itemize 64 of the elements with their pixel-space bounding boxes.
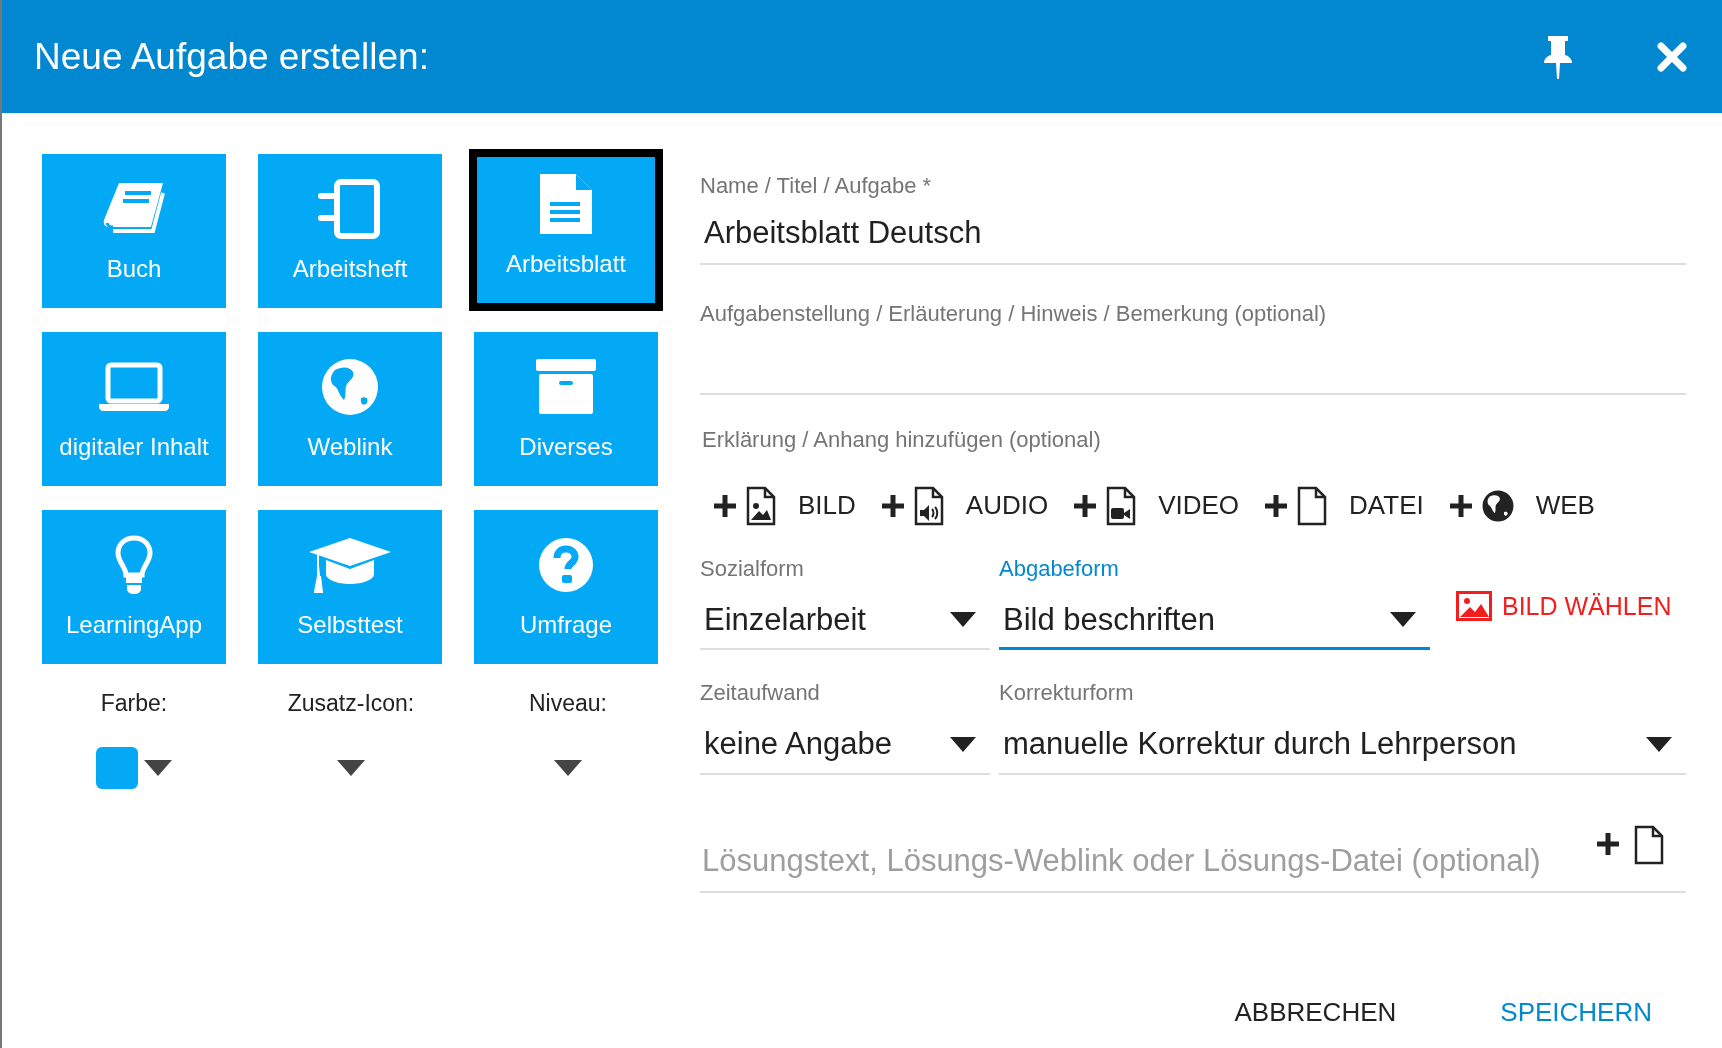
task-type-tile[interactable]: Buch bbox=[42, 154, 226, 308]
select-label: Zeitaufwand bbox=[700, 679, 821, 707]
notebook-icon bbox=[317, 178, 383, 240]
task-type-tile[interactable]: LearningApp bbox=[42, 510, 226, 664]
add-file-icon[interactable] bbox=[1596, 824, 1666, 865]
dropdown-caret-icon bbox=[1646, 736, 1672, 752]
solution-input[interactable]: Lösungstext, Lösungs-Weblink oder Lösungs-Datei (optional) bbox=[700, 824, 1686, 893]
audio-file-icon bbox=[913, 485, 944, 526]
task-type-tile[interactable]: Weblink bbox=[258, 332, 442, 486]
task-type-tile[interactable]: digitaler Inhalt bbox=[42, 332, 226, 486]
plus-icon bbox=[1074, 494, 1097, 517]
dropdown-select[interactable]: keine Angabe bbox=[700, 721, 990, 775]
cancel-button[interactable]: ABBRECHEN bbox=[1234, 992, 1397, 1032]
add-attachment-button[interactable]: AUDIO bbox=[881, 485, 1049, 526]
dropdown-select[interactable]: Bild beschriften bbox=[999, 596, 1430, 650]
dropdown-caret-icon bbox=[950, 736, 976, 752]
file-icon bbox=[1297, 485, 1328, 526]
field-label: Name / Titel / Aufgabe * bbox=[700, 172, 933, 200]
add-attachment-button[interactable]: VIDEO bbox=[1074, 485, 1240, 526]
dialog-title: Neue Aufgabe erstellen: bbox=[34, 34, 430, 79]
task-type-tile[interactable]: Selbsttest bbox=[258, 510, 442, 664]
archive-box-icon bbox=[535, 358, 597, 416]
graduation-cap-icon bbox=[308, 536, 392, 594]
dropdown-select[interactable]: Einzelarbeit bbox=[700, 596, 990, 650]
task-type-tile[interactable]: Arbeitsheft bbox=[258, 154, 442, 308]
picker-label: Niveau: bbox=[529, 689, 607, 718]
picker-label: Farbe: bbox=[100, 689, 168, 718]
document-icon bbox=[538, 172, 594, 236]
color-swatch[interactable] bbox=[96, 746, 138, 789]
dropdown-caret-icon[interactable] bbox=[144, 759, 172, 776]
lightbulb-icon bbox=[114, 535, 154, 595]
plus-icon bbox=[1265, 494, 1288, 517]
name-input[interactable]: Arbeitsblatt Deutsch bbox=[700, 202, 1686, 265]
close-icon[interactable] bbox=[1656, 40, 1688, 73]
laptop-icon bbox=[98, 362, 170, 412]
description-input[interactable]: Aufgabenstellung / Erläuterung / Hinweis / Bemerkung (optional) bbox=[700, 296, 1686, 395]
plus-icon bbox=[881, 494, 904, 517]
plus-icon bbox=[714, 494, 736, 517]
image-file-icon bbox=[746, 485, 776, 526]
select-label: Korrekturform bbox=[999, 679, 1135, 707]
choose-image-button[interactable]: BILD WÄHLEN bbox=[1456, 587, 1672, 625]
task-type-tile[interactable]: Arbeitsblatt bbox=[469, 149, 663, 311]
plus-icon bbox=[1449, 494, 1472, 517]
task-type-tile[interactable]: Diverses bbox=[474, 332, 658, 486]
add-attachment-button[interactable]: WEB bbox=[1449, 486, 1595, 525]
select-label: Abgabeform bbox=[999, 554, 1120, 583]
pin-icon[interactable] bbox=[1542, 33, 1574, 80]
dropdown-caret-icon[interactable] bbox=[554, 759, 582, 776]
dropdown-caret-icon bbox=[950, 612, 976, 628]
add-attachment-button[interactable]: DATEI bbox=[1265, 485, 1424, 526]
add-attachment-button[interactable]: BILD bbox=[714, 485, 856, 526]
question-icon bbox=[538, 537, 594, 593]
dropdown-caret-icon[interactable] bbox=[337, 759, 365, 776]
select-label: Sozialform bbox=[700, 554, 805, 583]
globe-icon bbox=[321, 358, 379, 416]
task-type-tile[interactable]: Umfrage bbox=[474, 510, 658, 664]
dropdown-select[interactable]: manuelle Korrektur durch Lehrperson bbox=[999, 721, 1686, 775]
dropdown-caret-icon bbox=[1390, 612, 1416, 628]
save-button[interactable]: SPEICHERN bbox=[1500, 992, 1652, 1032]
picker-label: Zusatz-Icon: bbox=[287, 689, 415, 718]
section-label: Erklärung / Anhang hinzufügen (optional) bbox=[702, 425, 1102, 454]
video-file-icon bbox=[1106, 485, 1137, 526]
globe-icon bbox=[1481, 489, 1514, 522]
image-icon bbox=[1456, 591, 1492, 622]
